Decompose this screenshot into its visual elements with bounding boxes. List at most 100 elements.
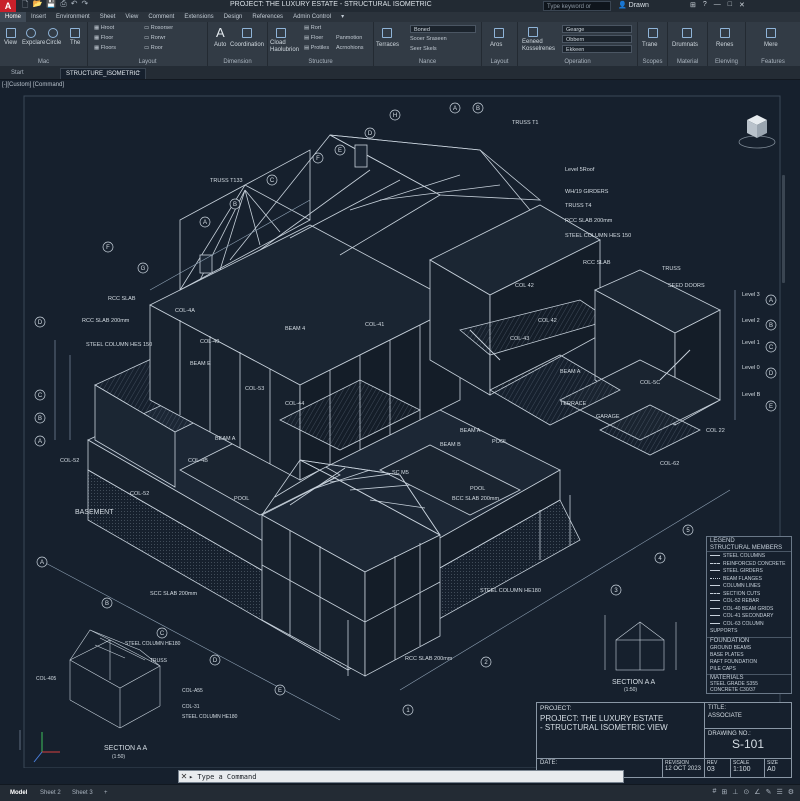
coordination-icon[interactable] bbox=[242, 28, 252, 38]
aros-icon[interactable] bbox=[494, 28, 504, 38]
menu-icon[interactable]: ☰ bbox=[776, 788, 782, 796]
auto-tool[interactable]: Auto bbox=[214, 42, 226, 48]
hroot-tool[interactable]: ▦ Hroot bbox=[94, 25, 114, 31]
polar-toggle-icon[interactable]: ∠ bbox=[754, 788, 760, 796]
new-tab-icon[interactable]: + bbox=[132, 68, 146, 78]
floors-tool[interactable]: ▦ Floors bbox=[94, 45, 116, 51]
legend-item: COL-41 SECONDARY bbox=[710, 613, 788, 621]
annotate-icon[interactable]: ✎ bbox=[766, 788, 772, 796]
view-cube[interactable] bbox=[737, 106, 777, 156]
grid-toggle-icon[interactable]: # bbox=[713, 788, 717, 796]
osnap-toggle-icon[interactable]: ⊙ bbox=[743, 788, 749, 796]
rorwr-tool[interactable]: ▭ Rorwr bbox=[144, 35, 165, 41]
section-detail-labels: SECTION A A (1:50) bbox=[612, 679, 656, 693]
coordination-tool[interactable]: Coordination bbox=[230, 42, 264, 48]
mere-icon[interactable] bbox=[766, 28, 776, 38]
obbern-select[interactable]: Obbern bbox=[562, 35, 632, 43]
command-input[interactable]: ▸ Type a Command bbox=[189, 773, 256, 781]
user-name[interactable]: 👤 Drawn bbox=[618, 1, 649, 9]
tab-environment[interactable]: Environment bbox=[51, 12, 95, 22]
app-logo[interactable]: A bbox=[0, 0, 16, 12]
layer-select[interactable]: Boned bbox=[410, 25, 476, 33]
cload-icon[interactable] bbox=[276, 28, 286, 38]
acrnohions-tool[interactable]: Acrnohions bbox=[336, 45, 364, 51]
tab-sheet-2[interactable]: Sheet 2 bbox=[36, 788, 65, 798]
ribbon-group-material: Drumnats Material bbox=[668, 22, 708, 66]
cart-icon[interactable]: ⊞ bbox=[690, 1, 696, 9]
trane-icon[interactable] bbox=[648, 28, 658, 38]
date-value: 12 OCT 2023 bbox=[665, 766, 701, 772]
terraces-icon[interactable] bbox=[382, 28, 392, 38]
terraces-tool[interactable]: Terraces bbox=[376, 42, 399, 48]
drumnats-tool[interactable]: Drumnats bbox=[672, 42, 698, 48]
tab-sheet[interactable]: Sheet bbox=[95, 12, 121, 22]
label-col-53: COL-53 bbox=[245, 386, 264, 392]
maximize-icon[interactable]: □ bbox=[728, 1, 732, 9]
tab-start[interactable]: Start bbox=[6, 68, 29, 78]
vertical-scrollbar[interactable] bbox=[782, 175, 785, 283]
floer-tool[interactable]: ▤ Floer bbox=[304, 35, 323, 41]
tab-more-icon[interactable]: ▾ bbox=[336, 12, 349, 22]
tab-references[interactable]: References bbox=[247, 12, 288, 22]
circle-tool[interactable]: Circle bbox=[46, 40, 61, 46]
circle-icon[interactable] bbox=[48, 28, 58, 38]
cload-tool[interactable]: Cload Haolubrion bbox=[270, 40, 300, 54]
tab-home[interactable]: Home bbox=[0, 12, 27, 22]
panmotion-tool[interactable]: Panmotion bbox=[336, 35, 362, 41]
aros-tool[interactable]: Aros bbox=[490, 42, 502, 48]
label-garage: GARAGE bbox=[596, 414, 620, 420]
tab-design[interactable]: Design bbox=[219, 12, 248, 22]
view-icon[interactable] bbox=[6, 28, 16, 38]
seer-skels-tool[interactable]: Seer Skels bbox=[410, 46, 437, 52]
add-layout-icon[interactable]: + bbox=[100, 788, 112, 798]
legend-foundation-title: FOUNDATION bbox=[707, 636, 791, 644]
info-icon[interactable]: ? bbox=[703, 1, 707, 9]
label-rc-slab: RCC SLAB 200mm bbox=[565, 218, 613, 224]
tab-extensions[interactable]: Extensions bbox=[179, 12, 218, 22]
label-col-52: COL-52 bbox=[60, 458, 79, 464]
profiles-icon: ▤ bbox=[304, 45, 311, 51]
ortho-toggle-icon[interactable]: ⊥ bbox=[732, 788, 738, 796]
the-icon[interactable] bbox=[70, 28, 80, 38]
the-tool[interactable]: The bbox=[70, 40, 80, 46]
tab-model[interactable]: Model bbox=[6, 788, 31, 798]
floor-tool[interactable]: ▦ Floor bbox=[94, 35, 113, 41]
explore-icon[interactable] bbox=[26, 28, 36, 38]
view-tool[interactable]: View bbox=[4, 40, 17, 46]
tab-view[interactable]: View bbox=[120, 12, 143, 22]
close-command-icon[interactable]: ✕ bbox=[179, 772, 189, 781]
snap-toggle-icon[interactable]: ⊞ bbox=[721, 788, 727, 796]
protiles-tool[interactable]: ▤ Protiles bbox=[304, 45, 329, 51]
explore-tool[interactable]: Expclare bbox=[22, 40, 45, 46]
tab-sheet-3[interactable]: Sheet 3 bbox=[68, 788, 97, 798]
roor-tool[interactable]: ▭ Roor bbox=[144, 45, 163, 51]
drawing-canvas[interactable]: D A C B A B C D E 1 2 3 4 5 A B C D E A … bbox=[0, 90, 784, 768]
viewport-label[interactable]: [-][Custom] [Command] bbox=[2, 82, 64, 88]
minimize-icon[interactable]: — bbox=[714, 1, 721, 9]
close-icon[interactable]: ✕ bbox=[739, 1, 745, 9]
settings-icon[interactable]: ⚙ bbox=[788, 788, 794, 796]
mere-tool[interactable]: Mere bbox=[764, 42, 778, 48]
label-col-41: COL-41 bbox=[365, 322, 384, 328]
tab-comment[interactable]: Comment bbox=[143, 12, 179, 22]
gearge-select[interactable]: Gearge bbox=[562, 25, 632, 33]
search-input[interactable]: Type keyword or phrase bbox=[543, 1, 611, 20]
trane-tool[interactable]: Trane bbox=[642, 42, 657, 48]
eeneed-icon[interactable] bbox=[528, 27, 538, 37]
command-line[interactable]: ✕ ▸ Type a Command bbox=[178, 770, 624, 783]
drumnats-icon[interactable] bbox=[682, 28, 692, 38]
view-cube-icon[interactable] bbox=[737, 106, 777, 156]
rort-tool[interactable]: ▤ Rort bbox=[304, 25, 321, 31]
tab-insert[interactable]: Insert bbox=[26, 12, 51, 22]
renes-tool[interactable]: Renes bbox=[716, 42, 733, 48]
legend-materials-title: MATERIALS bbox=[707, 673, 791, 681]
window-controls: ⊞ ? — □ ✕ bbox=[690, 1, 745, 9]
eeneed-tool[interactable]: Eeneed Kosselrenes bbox=[522, 39, 556, 53]
text-a-icon[interactable]: A bbox=[216, 25, 225, 40]
sooer-sraseen-tool[interactable]: Sooer Sraseen bbox=[410, 36, 447, 42]
tab-admin-control[interactable]: Admin Control bbox=[288, 12, 336, 22]
rosorser-tool[interactable]: ▭ Rosorser bbox=[144, 25, 173, 31]
renes-icon[interactable] bbox=[720, 28, 730, 38]
ekkeen-select[interactable]: Ekkeen bbox=[562, 45, 632, 53]
label-bcc-slab: BCC SLAB 200mm bbox=[452, 496, 499, 502]
